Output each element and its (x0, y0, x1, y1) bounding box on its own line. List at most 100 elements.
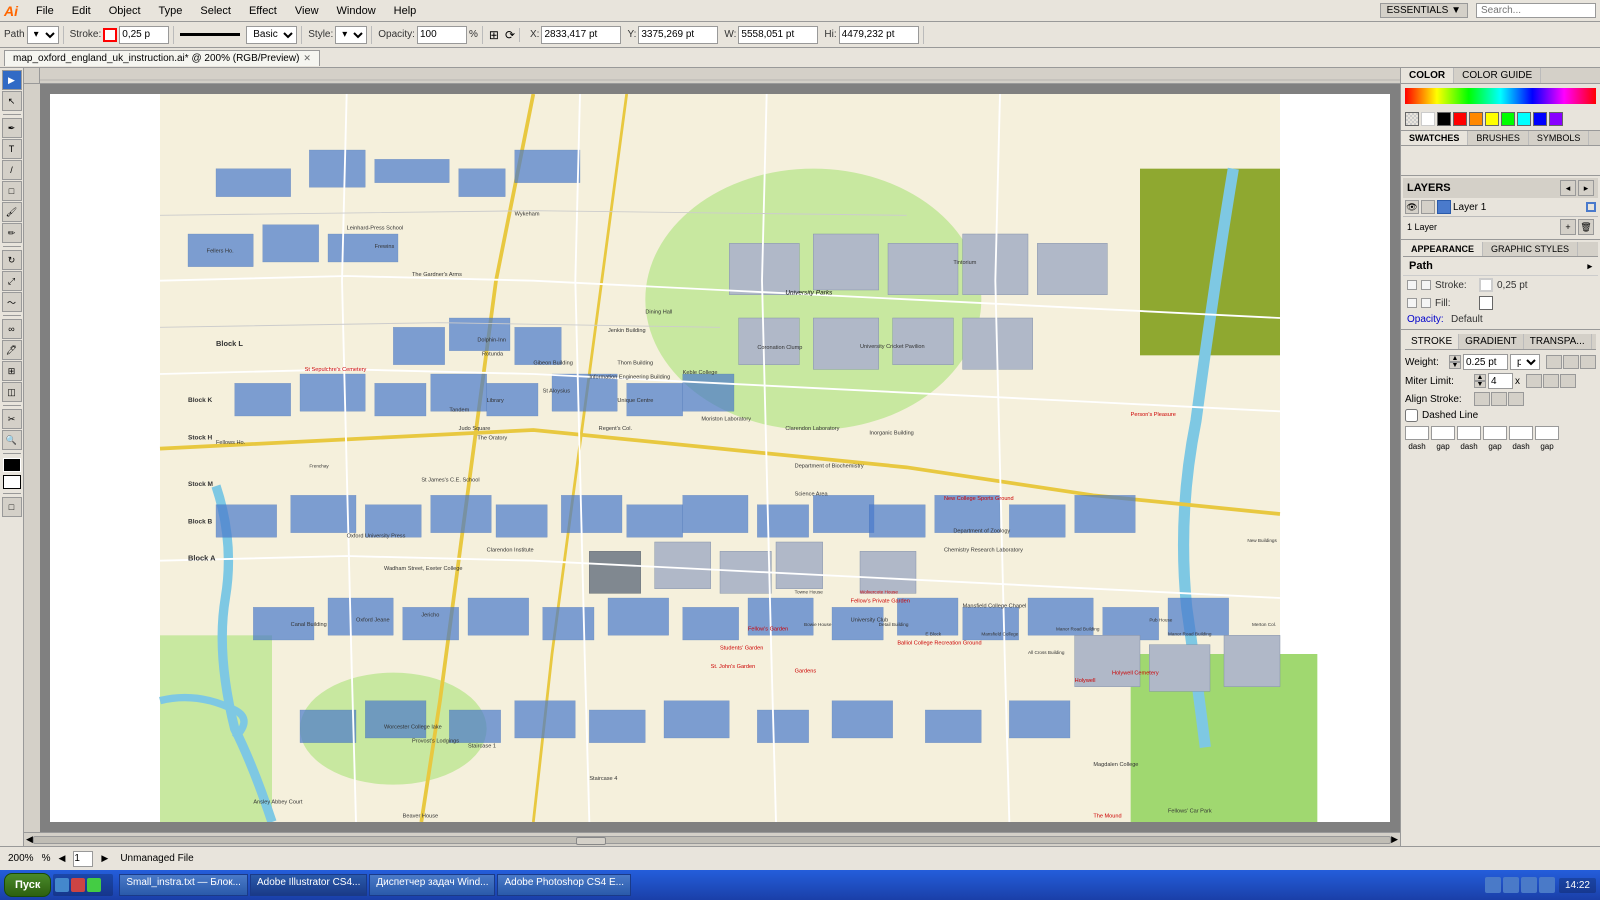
tray-icon-2[interactable] (1503, 877, 1519, 893)
gap-input-1[interactable] (1431, 426, 1455, 440)
opacity-input[interactable] (417, 26, 467, 44)
tab-graphic-styles[interactable]: GRAPHIC STYLES (1483, 242, 1578, 256)
tool-eyedropper[interactable]: 🖊 (2, 340, 22, 360)
tool-line[interactable]: / (2, 160, 22, 180)
layer-lock[interactable] (1421, 200, 1435, 214)
join-bevel[interactable] (1560, 374, 1576, 388)
appearance-visibility-fill[interactable] (1407, 298, 1417, 308)
canvas-area[interactable]: University Parks St Sepulchre's Cemetery… (40, 84, 1400, 832)
essentials-button[interactable]: ESSENTIALS ▼ (1380, 3, 1468, 18)
w-input[interactable] (738, 26, 818, 44)
tool-type[interactable]: T (2, 139, 22, 159)
make-sublayer-btn[interactable]: + (1560, 219, 1576, 235)
weight-up-btn[interactable]: ▲ (1449, 355, 1461, 362)
scrollbar-horizontal[interactable]: ◀ ▶ (24, 832, 1400, 846)
swatch-orange[interactable] (1469, 112, 1483, 126)
align-center[interactable] (1474, 392, 1490, 406)
style-select[interactable]: ▾ (335, 26, 367, 44)
tool-warp[interactable]: 〜 (2, 292, 22, 312)
miter-spinner[interactable]: ▲ ▼ (1474, 374, 1486, 388)
menu-edit[interactable]: Edit (64, 3, 99, 19)
scroll-left-btn[interactable]: ◀ (26, 834, 33, 845)
tray-icon-volume[interactable] (1539, 877, 1555, 893)
path-select[interactable]: ▾ (27, 26, 59, 44)
layer-visibility[interactable]: 👁 (1405, 200, 1419, 214)
tab-transparency[interactable]: TRANSPA... (1524, 334, 1592, 349)
y-input[interactable] (638, 26, 718, 44)
swatch-blue[interactable] (1533, 112, 1547, 126)
color-spectrum[interactable] (1405, 88, 1596, 104)
stroke-color-display[interactable] (1479, 278, 1493, 292)
tool-rect[interactable]: □ (2, 181, 22, 201)
appearance-target-stroke[interactable] (1421, 280, 1431, 290)
layer-target[interactable] (1586, 202, 1596, 212)
tab-swatches[interactable]: SWATCHES (1401, 131, 1468, 145)
stroke-type-select[interactable]: Basic (246, 26, 297, 44)
swatch-black[interactable] (1437, 112, 1451, 126)
tab-color[interactable]: COLOR (1401, 68, 1454, 83)
tool-zoom[interactable]: 🔍 (2, 430, 22, 450)
menu-window[interactable]: Window (329, 3, 384, 19)
tool-rotate[interactable]: ↻ (2, 250, 22, 270)
start-button[interactable]: Пуск (4, 873, 51, 897)
document-tab[interactable]: map_oxford_england_uk_instruction.ai* @ … (4, 50, 320, 66)
tool-pen[interactable]: ✒ (2, 118, 22, 138)
tab-brushes[interactable]: BRUSHES (1468, 131, 1529, 145)
menu-select[interactable]: Select (192, 3, 239, 19)
delete-layer-btn[interactable]: 🗑 (1578, 219, 1594, 235)
cap-butt[interactable] (1546, 355, 1562, 369)
tray-icon-network[interactable] (1521, 877, 1537, 893)
miter-input[interactable] (1488, 373, 1513, 389)
h-input[interactable] (839, 26, 919, 44)
cap-square[interactable] (1580, 355, 1596, 369)
tool-paintbrush[interactable]: 🖌 (2, 202, 22, 222)
layers-expand-btn[interactable]: ▸ (1578, 180, 1594, 196)
swatch-none[interactable] (1405, 112, 1419, 126)
tool-blend[interactable]: ∞ (2, 319, 22, 339)
gap-input-3[interactable] (1535, 426, 1559, 440)
x-input[interactable] (541, 26, 621, 44)
zoom-prev-btn[interactable]: ◀ (58, 853, 65, 864)
swatch-green[interactable] (1501, 112, 1515, 126)
join-miter[interactable] (1526, 374, 1542, 388)
ql-icon-3[interactable] (87, 878, 101, 892)
taskbar-photoshop[interactable]: Adobe Photoshop CS4 E... (497, 874, 631, 896)
gap-input-2[interactable] (1483, 426, 1507, 440)
menu-view[interactable]: View (287, 3, 327, 19)
ql-icon-1[interactable] (55, 878, 69, 892)
menu-file[interactable]: File (28, 3, 62, 19)
weight-input[interactable] (1463, 354, 1508, 370)
weight-unit-select[interactable]: pt (1510, 354, 1540, 370)
miter-up-btn[interactable]: ▲ (1474, 374, 1486, 381)
appearance-visibility-stroke[interactable] (1407, 280, 1417, 290)
tool-direct-select[interactable]: ↖ (2, 91, 22, 111)
ql-icon-2[interactable] (71, 878, 85, 892)
tab-symbols[interactable]: SYMBOLS (1529, 131, 1590, 145)
tool-mesh[interactable]: ⊞ (2, 361, 22, 381)
dash-input-3[interactable] (1509, 426, 1533, 440)
dashed-checkbox[interactable] (1405, 409, 1418, 422)
tool-screen-mode[interactable]: □ (2, 497, 22, 517)
stroke-value[interactable] (119, 26, 169, 44)
swatch-cyan[interactable] (1517, 112, 1531, 126)
tab-appearance[interactable]: APPEARANCE (1403, 242, 1483, 256)
fill-color[interactable] (3, 458, 21, 472)
path-expand-arrow[interactable]: ▸ (1587, 261, 1592, 272)
icon-transform[interactable]: ⟳ (505, 28, 515, 42)
layers-collapse-btn[interactable]: ◂ (1560, 180, 1576, 196)
scroll-track-h[interactable] (33, 836, 1391, 844)
fill-color-display[interactable] (1479, 296, 1493, 310)
appearance-target-fill[interactable] (1421, 298, 1431, 308)
dash-input-1[interactable] (1405, 426, 1429, 440)
menu-object[interactable]: Object (101, 3, 149, 19)
tool-scale[interactable]: ⤢ (2, 271, 22, 291)
tool-scissors[interactable]: ✂ (2, 409, 22, 429)
weight-spinner[interactable]: ▲ ▼ (1449, 355, 1461, 369)
tray-icon-1[interactable] (1485, 877, 1501, 893)
menu-effect[interactable]: Effect (241, 3, 285, 19)
swatch-yellow[interactable] (1485, 112, 1499, 126)
tool-gradient[interactable]: ◫ (2, 382, 22, 402)
swatch-red[interactable] (1453, 112, 1467, 126)
tab-close-button[interactable]: ✕ (303, 53, 311, 64)
join-round[interactable] (1543, 374, 1559, 388)
